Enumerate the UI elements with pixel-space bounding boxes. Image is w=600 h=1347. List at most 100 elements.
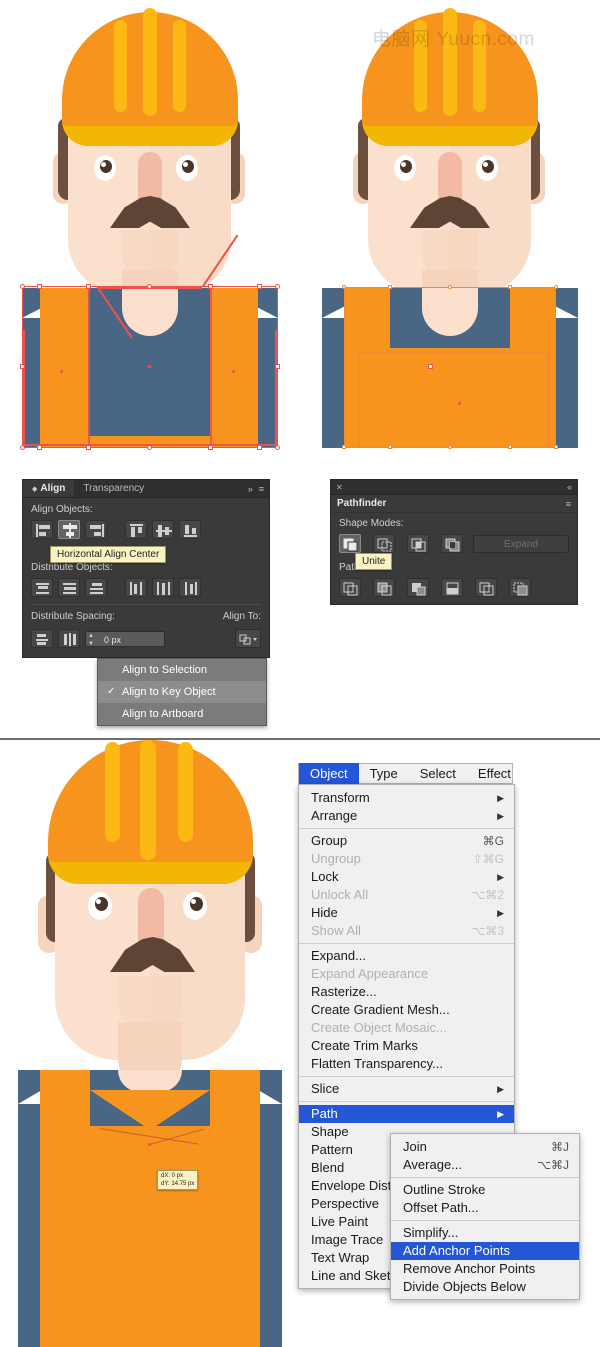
pathfinder-title[interactable]: Pathfinder — [337, 498, 386, 509]
anchor-br[interactable] — [554, 445, 558, 449]
anchor-bc[interactable] — [448, 445, 452, 449]
horizontal-distribute-space-button[interactable] — [58, 629, 80, 648]
submenu-item-divide-objects-below[interactable]: Divide Objects Below — [391, 1278, 579, 1296]
anchor-tr[interactable] — [554, 285, 558, 289]
menu-item-align-to-artboard[interactable]: Align to Artboard — [98, 703, 266, 725]
menu-item-path[interactable]: Path▶ — [299, 1105, 514, 1123]
vertical-distribute-center-button[interactable] — [58, 578, 80, 597]
minus-back-button[interactable] — [509, 578, 531, 597]
menubar-object[interactable]: Object — [299, 763, 359, 784]
menu-item-hide[interactable]: Hide▶ — [299, 904, 514, 922]
anchor-b2[interactable] — [388, 445, 392, 449]
selection-handle-bc[interactable] — [147, 445, 152, 450]
menu-item-create-trim-marks[interactable]: Create Trim Marks — [299, 1037, 514, 1055]
selection-anchor-d[interactable] — [257, 284, 262, 289]
anchor-t2[interactable] — [388, 285, 392, 289]
menu-item-flatten-transparency[interactable]: Flatten Transparency... — [299, 1055, 514, 1073]
horizontal-distribute-left-button[interactable] — [125, 578, 147, 597]
vertical-align-top-button[interactable] — [125, 520, 147, 539]
selection-anchor-e[interactable] — [37, 445, 42, 450]
menu-item-lock-label: Lock — [311, 868, 338, 886]
selection-anchor-f[interactable] — [86, 445, 91, 450]
vertical-distribute-bottom-button[interactable] — [85, 578, 107, 597]
menu-item-align-to-selection[interactable]: Align to Selection — [98, 659, 266, 681]
submenu-item-join[interactable]: Join⌘J — [391, 1138, 579, 1156]
menubar-type[interactable]: Type — [359, 763, 409, 784]
selection-anchor-b[interactable] — [86, 284, 91, 289]
menu-item-expand[interactable]: Expand... — [299, 947, 514, 965]
vertical-align-bottom-button[interactable] — [179, 520, 201, 539]
selection-handle-bl[interactable] — [20, 445, 25, 450]
submenu-item-remove-anchor-points[interactable]: Remove Anchor Points — [391, 1260, 579, 1278]
menubar-effect[interactable]: Effect — [467, 763, 522, 784]
selection-handle-tc[interactable] — [147, 284, 152, 289]
menu-item-slice[interactable]: Slice▶ — [299, 1080, 514, 1098]
menu-item-align-to-key-object[interactable]: Align to Key Object — [98, 681, 266, 703]
menu-item-lock[interactable]: Lock▶ — [299, 868, 514, 886]
helmet-rib-right — [173, 20, 186, 112]
outline-button[interactable] — [475, 578, 497, 597]
submenu-arrow-icon: ▶ — [475, 789, 504, 807]
selection-anchor-g[interactable] — [208, 445, 213, 450]
merge-button[interactable] — [407, 578, 429, 597]
vertical-distribute-space-button[interactable] — [31, 629, 53, 648]
selection-handle-ml[interactable] — [20, 364, 25, 369]
panel-menu-icon[interactable]: ≡ — [259, 484, 264, 494]
crop-button[interactable] — [441, 578, 463, 597]
menu-item-rasterize[interactable]: Rasterize... — [299, 983, 514, 1001]
submenu-item-add-anchor-points[interactable]: Add Anchor Points — [391, 1242, 579, 1260]
submenu-item-average[interactable]: Average...⌥⌘J — [391, 1156, 579, 1174]
selection-edge-left — [23, 330, 25, 446]
anchor-t3[interactable] — [508, 285, 512, 289]
stepper-up-icon[interactable]: ▲ — [88, 633, 97, 639]
intersect-button[interactable] — [407, 534, 429, 553]
minus-front-button[interactable] — [373, 534, 395, 553]
horizontal-align-right-button[interactable] — [85, 520, 107, 539]
trim-button[interactable] — [373, 578, 395, 597]
submenu-item-simplify[interactable]: Simplify... — [391, 1224, 579, 1242]
menubar-select[interactable]: Select — [409, 763, 467, 784]
menu-item-group[interactable]: Group⌘G — [299, 832, 514, 850]
align-to-dropdown-button[interactable] — [235, 629, 261, 648]
spacing-value-field[interactable]: ▲▼ 0 px — [85, 631, 165, 647]
anchor-tc[interactable] — [448, 285, 452, 289]
horizontal-distribute-right-button[interactable] — [179, 578, 201, 597]
selection-anchor-a[interactable] — [37, 284, 42, 289]
selection-handle-br[interactable] — [275, 445, 280, 450]
selection-handle-tl[interactable] — [20, 284, 25, 289]
submenu-item-offset-path[interactable]: Offset Path... — [391, 1199, 579, 1217]
menu-item-arrange[interactable]: Arrange▶ — [299, 807, 514, 825]
helmet-rib-left — [114, 20, 127, 112]
anchor-tl[interactable] — [342, 285, 346, 289]
close-icon[interactable]: ✕ — [336, 483, 343, 492]
pathfinder-menu-icon[interactable]: ≡ — [566, 499, 571, 509]
vertical-distribute-top-button[interactable] — [31, 578, 53, 597]
expand-panel-icon[interactable]: » — [248, 484, 253, 494]
horizontal-distribute-center-button[interactable] — [152, 578, 174, 597]
tab-align[interactable]: ◆Align — [23, 480, 74, 497]
divide-button[interactable] — [339, 578, 361, 597]
menu-item-hide-label: Hide — [311, 904, 338, 922]
horizontal-align-left-button[interactable] — [31, 520, 53, 539]
selection-anchor-h[interactable] — [257, 445, 262, 450]
submenu-item-outline-stroke[interactable]: Outline Stroke — [391, 1181, 579, 1199]
unite-button[interactable] — [339, 534, 361, 553]
menu-item-perspective-label: Perspective — [311, 1195, 379, 1213]
vertical-align-center-button[interactable] — [152, 520, 174, 539]
spacing-stepper[interactable]: ▲▼ — [88, 633, 97, 647]
menu-item-transform[interactable]: Transform▶ — [299, 789, 514, 807]
anchor-point-added[interactable] — [148, 1143, 151, 1146]
exclude-button[interactable] — [441, 534, 463, 553]
menu-item-create-gradient-mesh[interactable]: Create Gradient Mesh... — [299, 1001, 514, 1019]
expand-button[interactable]: Expand — [473, 535, 569, 553]
stepper-down-icon[interactable]: ▼ — [88, 641, 97, 647]
anchor-b3[interactable] — [508, 445, 512, 449]
handle-ml[interactable] — [428, 364, 433, 369]
selection-handle-mr[interactable] — [275, 364, 280, 369]
collapse-icon[interactable]: « — [567, 482, 572, 492]
selection-anchor-c[interactable] — [208, 284, 213, 289]
horizontal-align-center-button[interactable] — [58, 520, 80, 539]
tab-transparency[interactable]: Transparency — [74, 480, 153, 497]
anchor-bl[interactable] — [342, 445, 346, 449]
selection-handle-tr[interactable] — [275, 284, 280, 289]
